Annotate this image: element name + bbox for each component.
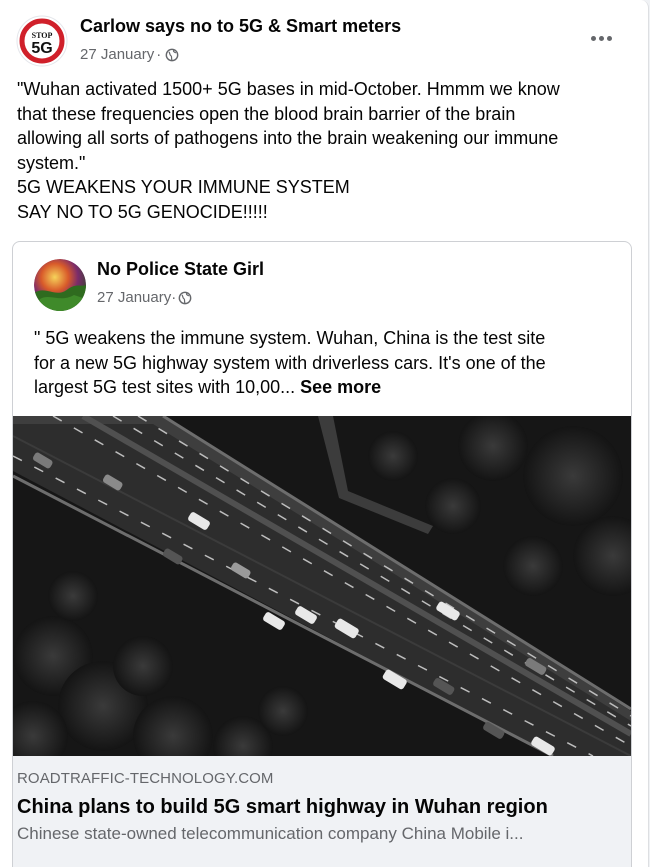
see-more-link[interactable]: See more (300, 377, 381, 397)
post-text-line: SAY NO TO 5G GENOCIDE!!!!! (17, 201, 268, 222)
post-meta: 27 January · (80, 46, 179, 63)
shared-text-line: for a new 5G highway system with driverl… (34, 352, 546, 373)
post-text-line: system." (17, 152, 86, 173)
highway-photo[interactable] (13, 416, 631, 756)
shared-author-name[interactable]: No Police State Girl (97, 259, 264, 280)
post-text-line: 5G WEAKENS YOUR IMMUNE SYSTEM (17, 177, 350, 197)
page-name[interactable]: Carlow says no to 5G & Smart meters (80, 16, 401, 37)
shared-post[interactable]: No Police State Girl 27 January · " 5G w… (12, 241, 632, 867)
post-card: STOP 5G Carlow says no to 5G & Smart met… (0, 0, 649, 867)
post-message: "Wuhan activated 1500+ 5G bases in mid-O… (17, 77, 627, 224)
page-avatar[interactable]: STOP 5G (16, 15, 68, 67)
more-options-button[interactable] (586, 26, 616, 50)
link-domain: ROADTRAFFIC-TECHNOLOGY.COM (17, 770, 274, 787)
avatar-5g-text: 5G (31, 40, 52, 57)
meta-separator: · (171, 289, 177, 306)
shared-date[interactable]: 27 January (97, 289, 171, 306)
shared-text-line: largest 5G test sites with 10,00... See … (34, 375, 614, 400)
globe-icon[interactable] (165, 48, 179, 62)
link-preview[interactable]: ROADTRAFFIC-TECHNOLOGY.COM China plans t… (13, 756, 631, 867)
post-text-line: allowing all sorts of pathogens into the… (17, 128, 559, 148)
shared-text-tail: largest 5G test sites with 10,00... (34, 377, 296, 397)
shared-text-line: " 5G weakens the immune system. Wuhan, C… (34, 328, 546, 348)
meta-separator: · (156, 46, 162, 63)
avatar-stop-text: STOP (32, 31, 53, 40)
post-text-line: "Wuhan activated 1500+ 5G bases in mid-O… (17, 79, 560, 99)
link-description: Chinese state-owned telecommunication co… (17, 824, 524, 843)
link-title[interactable]: China plans to build 5G smart highway in… (17, 796, 548, 819)
more-horizontal-icon (590, 35, 596, 41)
post-text-line: that these frequencies open the blood br… (17, 103, 516, 124)
globe-icon[interactable] (178, 291, 192, 305)
shared-author-avatar[interactable] (34, 259, 86, 311)
post-date[interactable]: 27 January (80, 46, 154, 63)
shared-meta: 27 January · (97, 289, 192, 306)
shared-message: " 5G weakens the immune system. Wuhan, C… (34, 326, 614, 400)
